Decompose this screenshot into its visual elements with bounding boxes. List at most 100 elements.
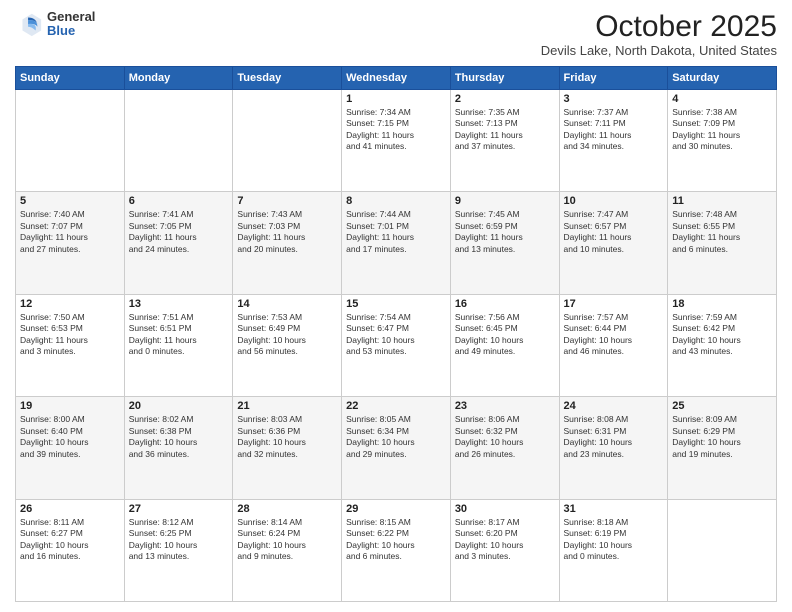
- table-row: 18Sunrise: 7:59 AMSunset: 6:42 PMDayligh…: [668, 294, 777, 396]
- day-info: Sunrise: 7:34 AMSunset: 7:15 PMDaylight:…: [346, 107, 446, 153]
- header-sunday: Sunday: [16, 67, 125, 90]
- day-info: Sunrise: 7:51 AMSunset: 6:51 PMDaylight:…: [129, 312, 229, 358]
- day-number: 9: [455, 195, 555, 207]
- table-row: 19 Sunrise: 8:00 AMSunset: 6:40 PMDayligh…: [16, 397, 125, 499]
- day-number: 17: [564, 298, 664, 310]
- calendar-week-row: 12 Sunrise: 7:50 AMSunset: 6:53 PMDayligh…: [16, 294, 777, 396]
- logo-icon: [15, 10, 43, 38]
- day-number: 11: [672, 195, 772, 207]
- day-number: 29: [346, 503, 446, 515]
- day-number: 16: [455, 298, 555, 310]
- day-number: 5: [20, 195, 120, 207]
- location-title: Devils Lake, North Dakota, United States: [541, 43, 777, 58]
- day-info: Sunrise: 8:15 AMSunset: 6:22 PMDaylight:…: [346, 517, 446, 563]
- header-friday: Friday: [559, 67, 668, 90]
- table-row: 3 Sunrise: 7:37 AMSunset: 7:11 PMDaylight…: [559, 90, 668, 192]
- calendar-table: Sunday Monday Tuesday Wednesday Thursday…: [15, 66, 777, 602]
- day-number: 6: [129, 195, 229, 207]
- table-row: 9Sunrise: 7:45 AMSunset: 6:59 PMDaylight…: [450, 192, 559, 294]
- logo-text: General Blue: [47, 10, 95, 39]
- day-number: 2: [455, 93, 555, 105]
- table-row: 26Sunrise: 8:11 AMSunset: 6:27 PMDayligh…: [16, 499, 125, 601]
- table-row: [668, 499, 777, 601]
- table-row: 31 Sunrise: 8:18 AMSunset: 6:19 PMDayligh…: [559, 499, 668, 601]
- day-info: Sunrise: 8:14 AMSunset: 6:24 PMDaylight:…: [237, 517, 337, 563]
- table-row: 4Sunrise: 7:38 AMSunset: 7:09 PMDaylight…: [668, 90, 777, 192]
- table-row: 25 Sunrise: 8:09 AMSunset: 6:29 PMDayligh…: [668, 397, 777, 499]
- day-info: Sunrise: 8:02 AMSunset: 6:38 PMDaylight:…: [129, 414, 229, 460]
- logo: General Blue: [15, 10, 95, 39]
- day-info: Sunrise: 7:48 AMSunset: 6:55 PMDaylight:…: [672, 209, 772, 255]
- title-block: October 2025 Devils Lake, North Dakota, …: [541, 10, 777, 58]
- table-row: 28 Sunrise: 8:14 AMSunset: 6:24 PMDayligh…: [233, 499, 342, 601]
- day-number: 28: [237, 503, 337, 515]
- header-thursday: Thursday: [450, 67, 559, 90]
- table-row: 16 Sunrise: 7:56 AMSunset: 6:45 PMDayligh…: [450, 294, 559, 396]
- table-row: 12 Sunrise: 7:50 AMSunset: 6:53 PMDayligh…: [16, 294, 125, 396]
- day-info: Sunrise: 7:56 AMSunset: 6:45 PMDaylight:…: [455, 312, 555, 358]
- header-wednesday: Wednesday: [342, 67, 451, 90]
- day-info: Sunrise: 7:40 AMSunset: 7:07 PMDaylight:…: [20, 209, 120, 255]
- day-number: 1: [346, 93, 446, 105]
- table-row: [233, 90, 342, 192]
- header-monday: Monday: [124, 67, 233, 90]
- day-number: 23: [455, 400, 555, 412]
- table-row: 8Sunrise: 7:44 AMSunset: 7:01 PMDaylight…: [342, 192, 451, 294]
- day-number: 14: [237, 298, 337, 310]
- header-tuesday: Tuesday: [233, 67, 342, 90]
- table-row: 6 Sunrise: 7:41 AMSunset: 7:05 PMDaylight…: [124, 192, 233, 294]
- table-row: 21Sunrise: 8:03 AMSunset: 6:36 PMDayligh…: [233, 397, 342, 499]
- day-info: Sunrise: 7:43 AMSunset: 7:03 PMDaylight:…: [237, 209, 337, 255]
- day-info: Sunrise: 7:50 AMSunset: 6:53 PMDaylight:…: [20, 312, 120, 358]
- day-number: 10: [564, 195, 664, 207]
- logo-blue-text: Blue: [47, 24, 95, 38]
- day-info: Sunrise: 8:00 AMSunset: 6:40 PMDaylight:…: [20, 414, 120, 460]
- calendar-week-row: 19 Sunrise: 8:00 AMSunset: 6:40 PMDayligh…: [16, 397, 777, 499]
- table-row: 5 Sunrise: 7:40 AMSunset: 7:07 PMDaylight…: [16, 192, 125, 294]
- header-saturday: Saturday: [668, 67, 777, 90]
- day-info: Sunrise: 8:17 AMSunset: 6:20 PMDaylight:…: [455, 517, 555, 563]
- day-number: 30: [455, 503, 555, 515]
- table-row: 13 Sunrise: 7:51 AMSunset: 6:51 PMDayligh…: [124, 294, 233, 396]
- day-info: Sunrise: 8:08 AMSunset: 6:31 PMDaylight:…: [564, 414, 664, 460]
- day-info: Sunrise: 7:47 AMSunset: 6:57 PMDaylight:…: [564, 209, 664, 255]
- weekday-header-row: Sunday Monday Tuesday Wednesday Thursday…: [16, 67, 777, 90]
- day-info: Sunrise: 8:09 AMSunset: 6:29 PMDaylight:…: [672, 414, 772, 460]
- day-number: 12: [20, 298, 120, 310]
- day-number: 15: [346, 298, 446, 310]
- day-info: Sunrise: 7:54 AMSunset: 6:47 PMDaylight:…: [346, 312, 446, 358]
- table-row: 20 Sunrise: 8:02 AMSunset: 6:38 PMDayligh…: [124, 397, 233, 499]
- day-info: Sunrise: 8:12 AMSunset: 6:25 PMDaylight:…: [129, 517, 229, 563]
- table-row: 14 Sunrise: 7:53 AMSunset: 6:49 PMDayligh…: [233, 294, 342, 396]
- header: General Blue October 2025 Devils Lake, N…: [15, 10, 777, 58]
- day-info: Sunrise: 8:06 AMSunset: 6:32 PMDaylight:…: [455, 414, 555, 460]
- day-number: 25: [672, 400, 772, 412]
- table-row: 2Sunrise: 7:35 AMSunset: 7:13 PMDaylight…: [450, 90, 559, 192]
- day-info: Sunrise: 7:41 AMSunset: 7:05 PMDaylight:…: [129, 209, 229, 255]
- logo-general-text: General: [47, 10, 95, 24]
- table-row: 11 Sunrise: 7:48 AMSunset: 6:55 PMDayligh…: [668, 192, 777, 294]
- day-number: 19: [20, 400, 120, 412]
- table-row: 22Sunrise: 8:05 AMSunset: 6:34 PMDayligh…: [342, 397, 451, 499]
- table-row: 7 Sunrise: 7:43 AMSunset: 7:03 PMDaylight…: [233, 192, 342, 294]
- day-number: 18: [672, 298, 772, 310]
- day-info: Sunrise: 7:37 AMSunset: 7:11 PMDaylight:…: [564, 107, 664, 153]
- table-row: 17 Sunrise: 7:57 AMSunset: 6:44 PMDayligh…: [559, 294, 668, 396]
- calendar-week-row: 26Sunrise: 8:11 AMSunset: 6:27 PMDayligh…: [16, 499, 777, 601]
- day-number: 20: [129, 400, 229, 412]
- day-info: Sunrise: 7:53 AMSunset: 6:49 PMDaylight:…: [237, 312, 337, 358]
- table-row: 23 Sunrise: 8:06 AMSunset: 6:32 PMDayligh…: [450, 397, 559, 499]
- day-info: Sunrise: 8:03 AMSunset: 6:36 PMDaylight:…: [237, 414, 337, 460]
- day-info: Sunrise: 8:11 AMSunset: 6:27 PMDaylight:…: [20, 517, 120, 563]
- day-info: Sunrise: 8:18 AMSunset: 6:19 PMDaylight:…: [564, 517, 664, 563]
- table-row: 29 Sunrise: 8:15 AMSunset: 6:22 PMDayligh…: [342, 499, 451, 601]
- day-number: 7: [237, 195, 337, 207]
- day-number: 3: [564, 93, 664, 105]
- day-number: 24: [564, 400, 664, 412]
- day-number: 31: [564, 503, 664, 515]
- day-number: 4: [672, 93, 772, 105]
- day-info: Sunrise: 8:05 AMSunset: 6:34 PMDaylight:…: [346, 414, 446, 460]
- day-number: 13: [129, 298, 229, 310]
- day-info: Sunrise: 7:57 AMSunset: 6:44 PMDaylight:…: [564, 312, 664, 358]
- month-title: October 2025: [541, 10, 777, 43]
